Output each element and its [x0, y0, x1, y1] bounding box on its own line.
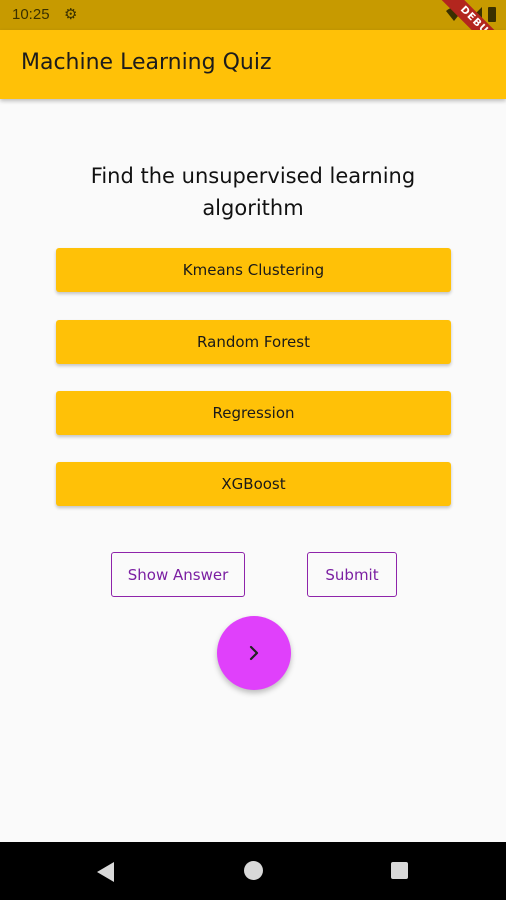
- option-button-4[interactable]: XGBoost: [56, 462, 451, 506]
- submit-button[interactable]: Submit: [307, 552, 397, 597]
- show-answer-button[interactable]: Show Answer: [111, 552, 245, 597]
- system-nav-bar: [0, 842, 506, 900]
- home-icon[interactable]: [244, 861, 263, 880]
- next-button[interactable]: [217, 616, 291, 690]
- recent-apps-icon[interactable]: [391, 862, 408, 879]
- option-button-1[interactable]: Kmeans Clustering: [56, 248, 451, 292]
- app-bar: Machine Learning Quiz: [0, 30, 506, 99]
- status-time: 10:25: [12, 6, 50, 23]
- app-title: Machine Learning Quiz: [21, 50, 272, 75]
- chevron-right-icon: [249, 645, 259, 661]
- option-button-3[interactable]: Regression: [56, 391, 451, 435]
- gear-icon: ⚙: [64, 6, 78, 23]
- back-icon[interactable]: [97, 862, 115, 882]
- status-bar: 10:25 ⚙ DEBUG: [0, 0, 506, 69]
- battery-icon: [488, 7, 496, 22]
- option-button-2[interactable]: Random Forest: [56, 320, 451, 364]
- question-text: Find the unsupervised learning algorithm: [90, 164, 416, 220]
